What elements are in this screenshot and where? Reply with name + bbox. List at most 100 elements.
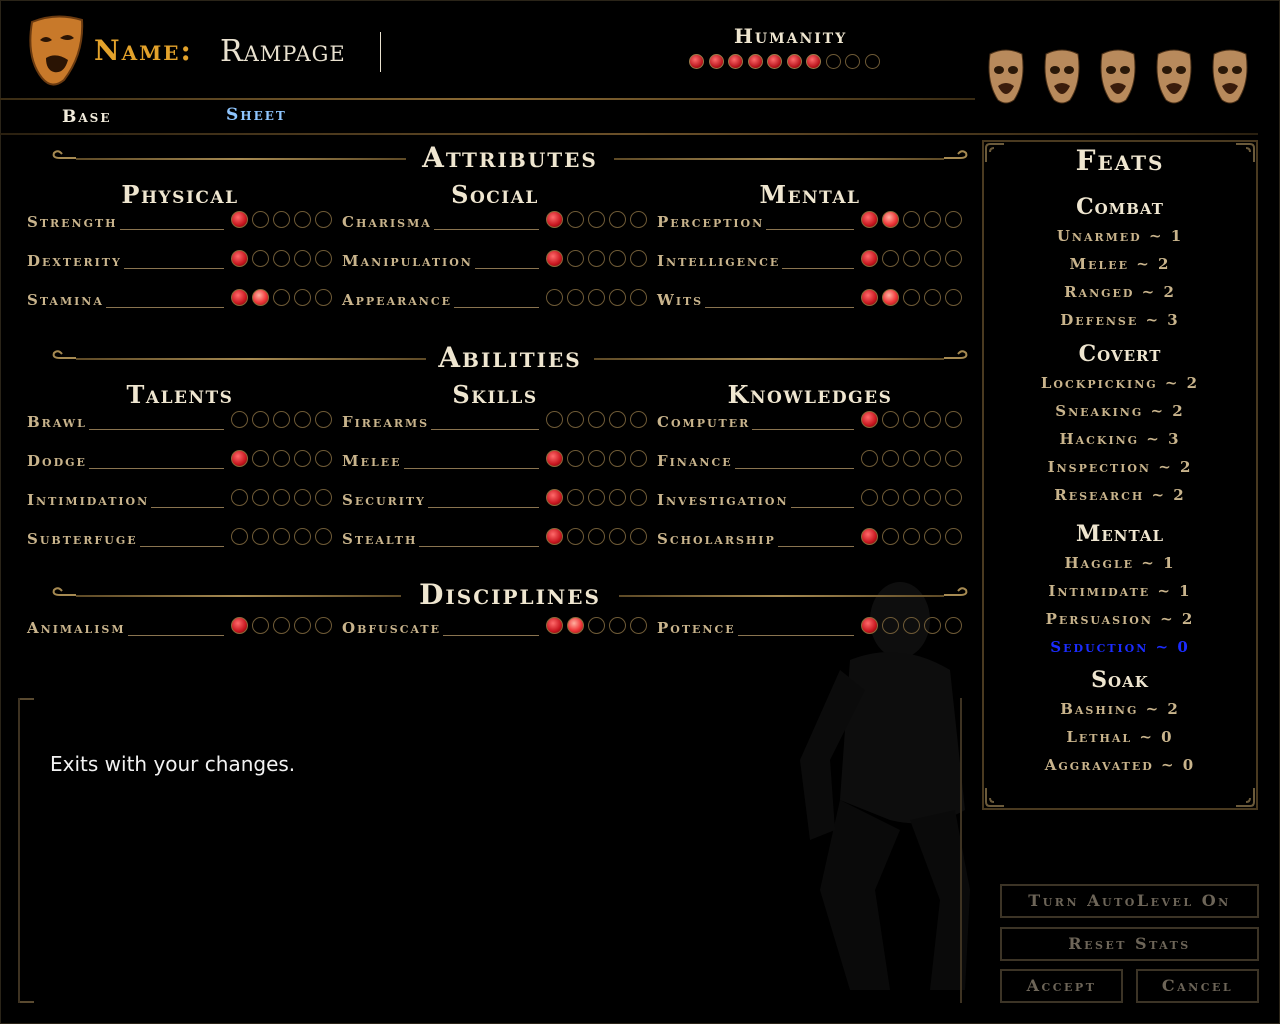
stat-dot[interactable] [567,528,584,545]
stat-dot[interactable] [273,411,290,428]
stat-dot[interactable] [546,489,563,506]
stat-dot[interactable] [903,528,920,545]
stat-dot[interactable] [567,617,584,634]
stat-dot[interactable] [882,211,899,228]
stat-dot[interactable] [945,489,962,506]
stat-dot[interactable] [945,450,962,467]
stat-dot[interactable] [315,617,332,634]
stat-dot[interactable] [546,289,563,306]
stat-dot[interactable] [903,411,920,428]
stat-dot[interactable] [252,250,269,267]
stat-dot[interactable] [630,450,647,467]
stat-dot[interactable] [567,289,584,306]
stat-dot[interactable] [231,617,248,634]
stat-dot[interactable] [231,250,248,267]
feat-item[interactable]: Intimidate ~ 1 [984,582,1256,600]
stat-dot[interactable] [924,250,941,267]
feat-item[interactable]: Hacking ~ 3 [984,430,1256,448]
feat-item[interactable]: Lethal ~ 0 [984,728,1256,746]
feat-item[interactable]: Lockpicking ~ 2 [984,374,1256,392]
stat-dot[interactable] [882,489,899,506]
stat-dot[interactable] [924,489,941,506]
feat-item[interactable]: Unarmed ~ 1 [984,227,1256,245]
character-name-input[interactable]: Rampage [220,32,381,72]
stat-dot[interactable] [546,411,563,428]
stat-dot[interactable] [861,411,878,428]
stat-dot[interactable] [924,450,941,467]
stat-dot[interactable] [882,289,899,306]
stat-dot[interactable] [231,211,248,228]
stat-dot[interactable] [294,528,311,545]
accept-button[interactable]: Accept [1000,969,1123,1003]
stat-dot[interactable] [903,289,920,306]
feat-item[interactable]: Inspection ~ 2 [984,458,1256,476]
stat-dot[interactable] [861,528,878,545]
stat-dot[interactable] [546,450,563,467]
stat-dot[interactable] [273,528,290,545]
stat-dot[interactable] [945,617,962,634]
stat-dot[interactable] [315,411,332,428]
stat-dot[interactable] [903,489,920,506]
stat-dot[interactable] [588,617,605,634]
stat-dot[interactable] [273,489,290,506]
stat-dot[interactable] [882,617,899,634]
stat-dot[interactable] [945,250,962,267]
stat-dot[interactable] [630,250,647,267]
stat-dot[interactable] [588,489,605,506]
stat-dot[interactable] [609,617,626,634]
feat-item[interactable]: Ranged ~ 2 [984,283,1256,301]
stat-dot[interactable] [945,289,962,306]
stat-dot[interactable] [861,617,878,634]
tab-base[interactable]: Base [62,107,112,127]
stat-dot[interactable] [861,450,878,467]
stat-dot[interactable] [315,450,332,467]
reset-stats-button[interactable]: Reset Stats [1000,927,1259,961]
feat-item[interactable]: Research ~ 2 [984,486,1256,504]
stat-dot[interactable] [588,289,605,306]
stat-dot[interactable] [609,211,626,228]
stat-dot[interactable] [861,489,878,506]
stat-dot[interactable] [630,528,647,545]
stat-dot[interactable] [882,450,899,467]
stat-dot[interactable] [315,289,332,306]
stat-dot[interactable] [294,250,311,267]
stat-dot[interactable] [567,211,584,228]
stat-dot[interactable] [231,289,248,306]
stat-dot[interactable] [273,211,290,228]
stat-dot[interactable] [882,250,899,267]
stat-dot[interactable] [903,211,920,228]
feat-item[interactable]: Bashing ~ 2 [984,700,1256,718]
stat-dot[interactable] [546,617,563,634]
stat-dot[interactable] [294,617,311,634]
stat-dot[interactable] [630,411,647,428]
stat-dot[interactable] [231,489,248,506]
stat-dot[interactable] [588,411,605,428]
stat-dot[interactable] [315,528,332,545]
stat-dot[interactable] [231,411,248,428]
stat-dot[interactable] [609,528,626,545]
feat-item[interactable]: Defense ~ 3 [984,311,1256,329]
stat-dot[interactable] [924,211,941,228]
stat-dot[interactable] [882,411,899,428]
autolevel-button[interactable]: Turn AutoLevel On [1000,884,1259,918]
stat-dot[interactable] [588,528,605,545]
feat-item[interactable]: Sneaking ~ 2 [984,402,1256,420]
stat-dot[interactable] [273,250,290,267]
stat-dot[interactable] [924,411,941,428]
stat-dot[interactable] [252,411,269,428]
stat-dot[interactable] [231,450,248,467]
stat-dot[interactable] [294,489,311,506]
stat-dot[interactable] [294,450,311,467]
stat-dot[interactable] [945,528,962,545]
stat-dot[interactable] [609,450,626,467]
stat-dot[interactable] [567,411,584,428]
stat-dot[interactable] [609,289,626,306]
stat-dot[interactable] [945,211,962,228]
stat-dot[interactable] [273,617,290,634]
tab-sheet[interactable]: Sheet [226,105,287,125]
feat-item[interactable]: Seduction ~ 0 [984,638,1256,656]
stat-dot[interactable] [315,211,332,228]
stat-dot[interactable] [273,450,290,467]
stat-dot[interactable] [252,450,269,467]
feat-item[interactable]: Persuasion ~ 2 [984,610,1256,628]
